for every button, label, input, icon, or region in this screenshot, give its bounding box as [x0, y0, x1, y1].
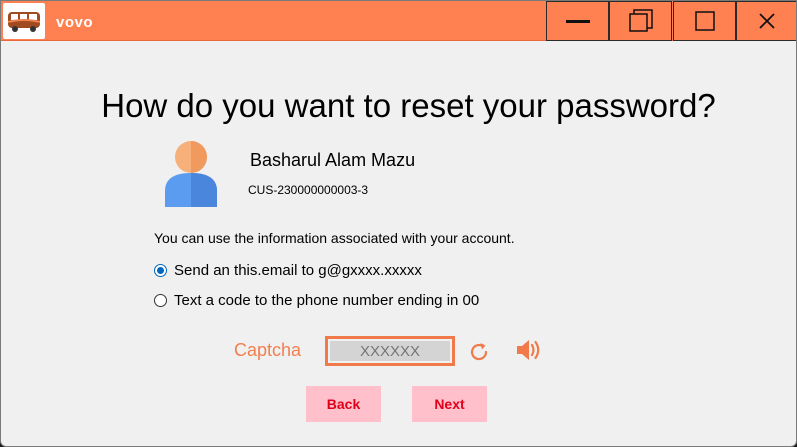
captcha-label: Captcha [234, 340, 302, 360]
user-name: Basharul Alam Mazu [250, 150, 416, 170]
user-avatar-icon [161, 139, 221, 209]
back-button[interactable]: Back [306, 386, 381, 422]
phone-option-label: Text a code to the phone number ending i… [174, 292, 480, 309]
minimize-button[interactable] [546, 1, 609, 41]
maximize-icon [694, 11, 715, 31]
restore-button[interactable] [609, 1, 672, 41]
customer-id: CUS-230000000003-3 [248, 183, 369, 197]
speaker-icon[interactable] [515, 338, 543, 362]
captcha-input[interactable] [330, 341, 450, 361]
page-title: How do you want to reset your password? [101, 87, 716, 124]
info-text: You can use the information associated w… [154, 230, 515, 246]
close-icon [759, 13, 775, 29]
next-button[interactable]: Next [412, 386, 487, 422]
reset-password-window: vovo How do you want to reset your passw… [0, 0, 797, 447]
app-title: vovo [56, 14, 94, 31]
email-option[interactable]: Send an this.email to g@gxxxx.xxxxx [154, 262, 422, 279]
refresh-icon[interactable] [468, 341, 490, 363]
email-option-label: Send an this.email to g@gxxxx.xxxxx [174, 262, 422, 279]
close-button[interactable] [736, 1, 796, 41]
minimize-icon [565, 20, 590, 23]
title-bar[interactable]: vovo [1, 1, 796, 41]
email-radio[interactable] [154, 264, 167, 277]
phone-option[interactable]: Text a code to the phone number ending i… [154, 292, 479, 309]
maximize-button[interactable] [673, 1, 736, 41]
restore-icon [628, 9, 653, 32]
captcha-field-frame [325, 336, 455, 366]
phone-radio[interactable] [154, 294, 167, 307]
bus-logo-icon [3, 3, 45, 39]
